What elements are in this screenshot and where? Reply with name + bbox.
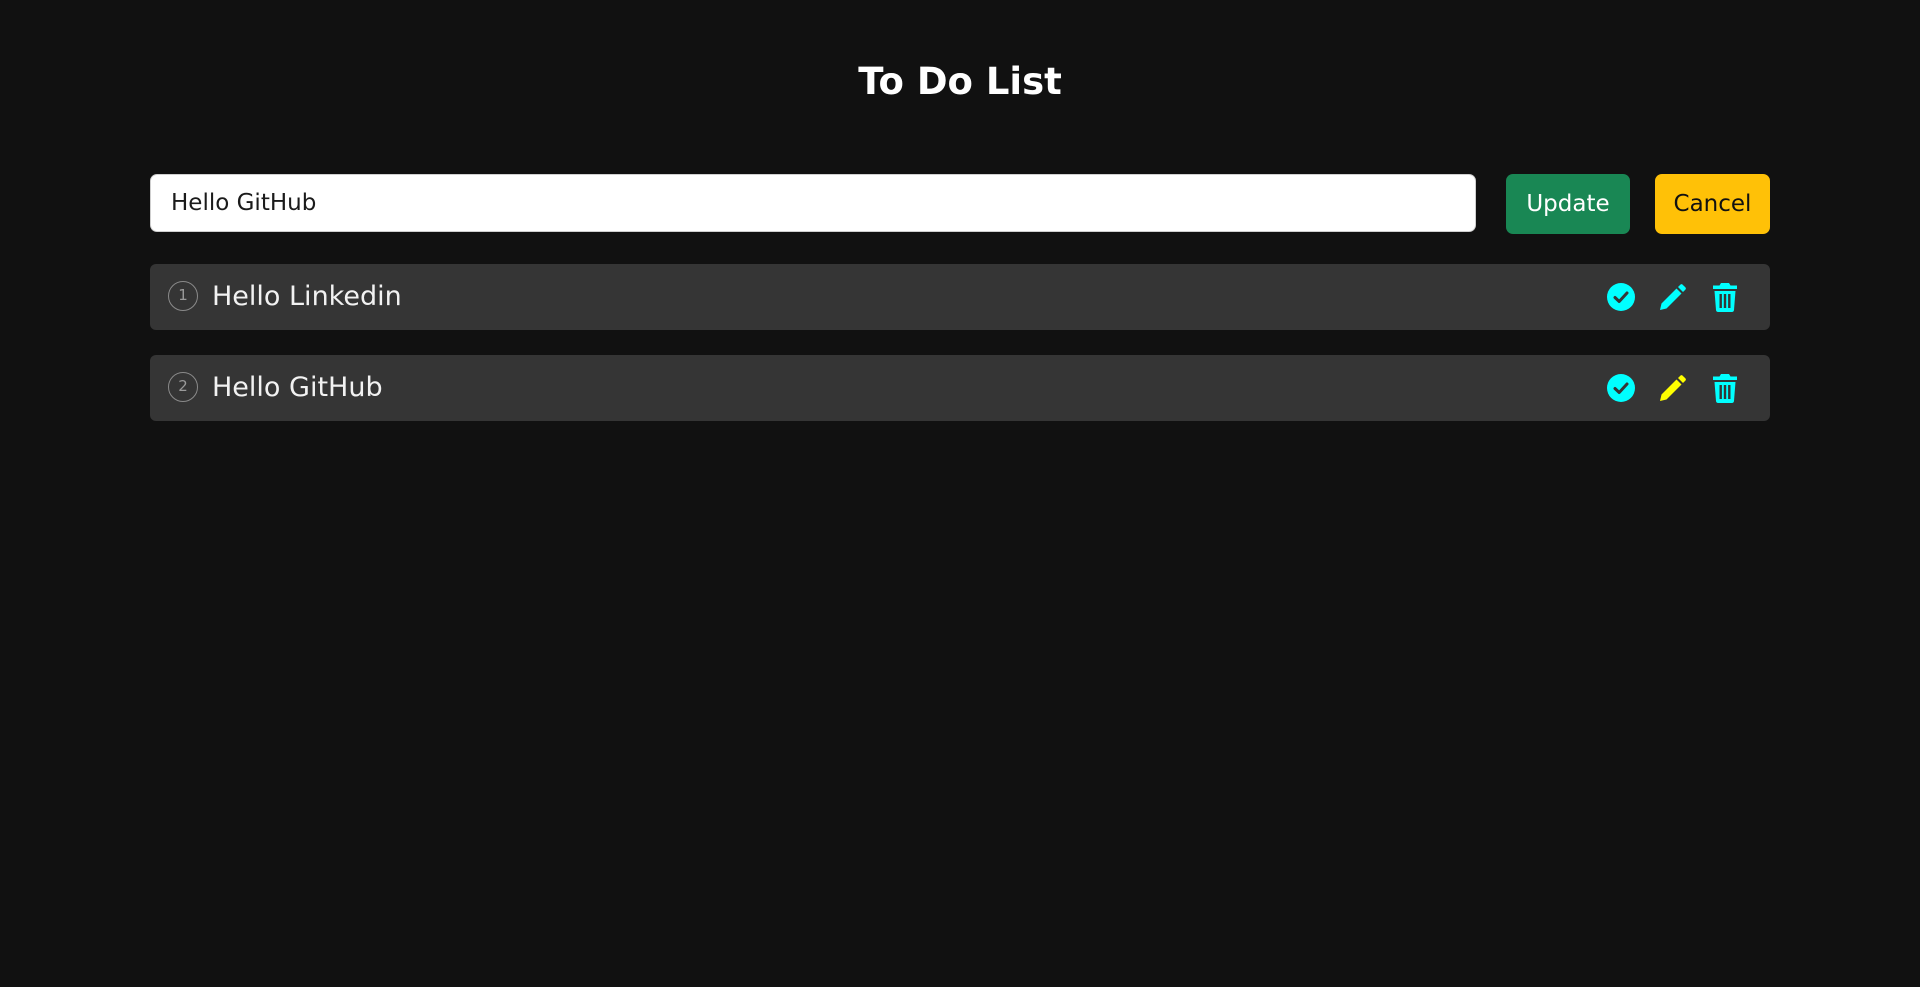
trash-icon[interactable] bbox=[1709, 282, 1740, 313]
check-circle-icon[interactable] bbox=[1605, 373, 1636, 404]
item-number-badge: 1 bbox=[168, 281, 198, 311]
pencil-icon[interactable] bbox=[1657, 282, 1688, 313]
pencil-icon[interactable] bbox=[1657, 373, 1688, 404]
trash-icon[interactable] bbox=[1709, 373, 1740, 404]
todo-text: Hello GitHub bbox=[212, 372, 383, 403]
page-title: To Do List bbox=[858, 60, 1062, 103]
todo-list: 1 Hello Linkedin 2 Hello GitHub bbox=[150, 264, 1770, 446]
item-actions bbox=[1605, 355, 1740, 421]
task-input[interactable] bbox=[150, 174, 1476, 232]
update-button[interactable]: Update bbox=[1506, 174, 1630, 234]
item-actions bbox=[1605, 264, 1740, 330]
todo-text: Hello Linkedin bbox=[212, 281, 402, 312]
todo-item: 2 Hello GitHub bbox=[150, 355, 1770, 421]
item-number-badge: 2 bbox=[168, 372, 198, 402]
check-circle-icon[interactable] bbox=[1605, 282, 1636, 313]
cancel-button[interactable]: Cancel bbox=[1655, 174, 1770, 234]
todo-app: To Do List Update Cancel 1 Hello Linkedi… bbox=[0, 0, 1920, 987]
edit-task-form: Update Cancel bbox=[150, 174, 1770, 234]
todo-item: 1 Hello Linkedin bbox=[150, 264, 1770, 330]
